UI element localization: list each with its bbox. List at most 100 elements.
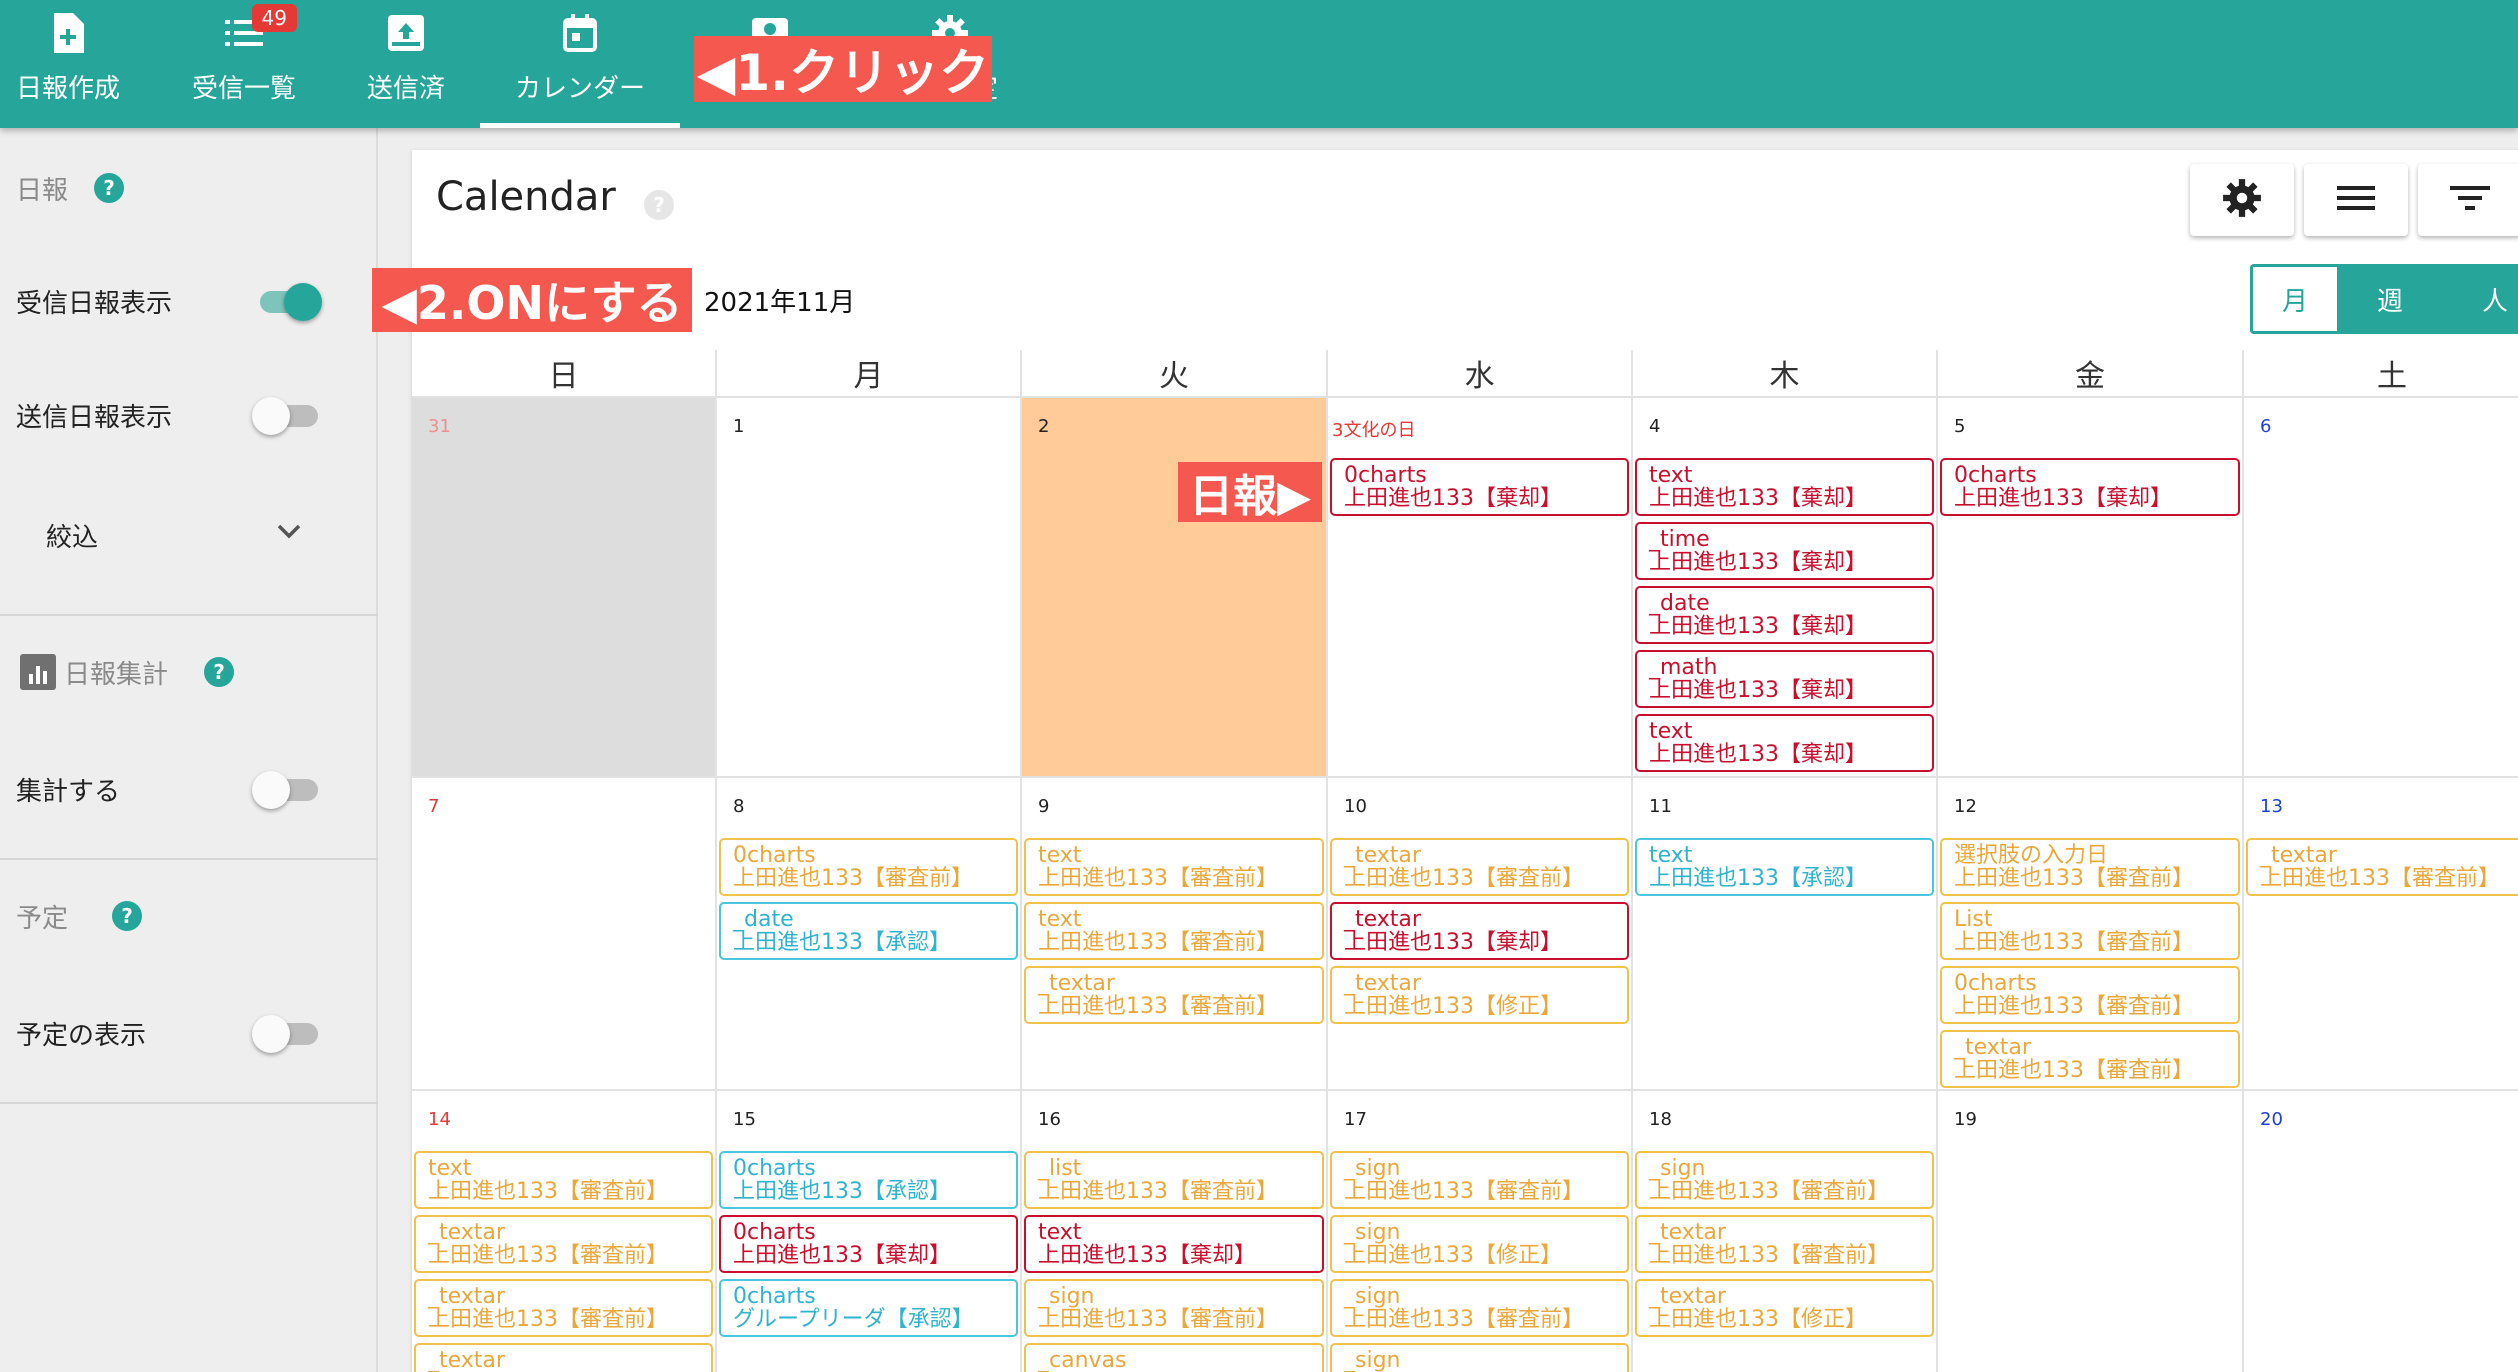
report-event-chip[interactable]: text 上田進也133【棄却】 [1024, 1215, 1324, 1273]
report-event-chip[interactable]: text 上田進也133【審査前】 [414, 1151, 713, 1209]
report-event-chip[interactable]: 0charts 上田進也133【棄却】 [719, 1215, 1018, 1273]
report-event-chip[interactable]: _textar 上田進也133【修正】 [1635, 1279, 1934, 1337]
event-title: _date [733, 907, 794, 932]
nav-sent[interactable]: 送信済 [350, 0, 462, 128]
list-icon: 49 [225, 4, 297, 54]
annotation-report-callout: 日報▶ [1178, 462, 1322, 522]
view-person-button[interactable]: 人 [2440, 264, 2518, 334]
report-event-chip[interactable]: 0charts グループリーダ【承認】 [719, 1279, 1018, 1337]
inbox-count-badge: 49 [251, 4, 297, 32]
calendar-day-cell[interactable]: 2 [1022, 398, 1328, 778]
event-title: _textar [1344, 843, 1421, 868]
calendar-day-cell[interactable]: 18 _sign 上田進也133【審査前】 _textar 上田進也133【審査前】 _t… [1633, 1091, 1938, 1372]
report-event-chip[interactable]: _textar 上田進也133【審査前】 [2246, 838, 2518, 896]
report-event-chip[interactable]: 0charts 上田進也133【棄却】 [1940, 458, 2240, 516]
calendar-day-cell[interactable]: 14 text 上田進也133【審査前】 _textar 上田進也133【審査前】 _te… [412, 1091, 717, 1372]
calendar-day-cell[interactable]: 8 0charts 上田進也133【審査前】 _date 上田進也133【承認】 [717, 778, 1022, 1091]
summary-toggle[interactable] [252, 771, 322, 809]
report-event-chip[interactable]: _date 上田進也133【承認】 [719, 902, 1018, 960]
view-week-button[interactable]: 週 [2340, 264, 2440, 334]
calendar-day-cell[interactable]: 5 0charts 上田進也133【棄却】 [1938, 398, 2244, 778]
report-event-chip[interactable]: _list 上田進也133【審査前】 [1024, 1151, 1324, 1209]
calendar-day-cell[interactable]: 12 選択肢の入力日 上田進也133【審査前】 List 上田進也133【審査前】 0ch… [1938, 778, 2244, 1091]
report-event-chip[interactable]: 0charts 上田進也133【審査前】 [719, 838, 1018, 896]
filter-dropdown[interactable]: 絞込 [0, 510, 378, 560]
top-nav-bar: 日報作成 49 受信一覧 送信済 カレンダー 定 ◀1.クリック [0, 0, 2518, 128]
view-month-button[interactable]: 月 [2250, 264, 2340, 334]
report-event-chip[interactable]: text 上田進也133【承認】 [1635, 838, 1934, 896]
weekday-header: 火 [1022, 350, 1328, 398]
event-title: text [1038, 1220, 1082, 1245]
nav-calendar[interactable]: カレンダー [480, 0, 680, 128]
report-event-chip[interactable]: text 上田進也133【審査前】 [1024, 838, 1324, 896]
calendar-day-cell[interactable]: 11 text 上田進也133【承認】 [1633, 778, 1938, 1091]
calendar-day-cell[interactable]: 31 [412, 398, 717, 778]
report-event-chip[interactable]: _sign 上田進也133【審査前】 [1330, 1279, 1629, 1337]
event-title: _time [1649, 527, 1710, 552]
summary-section-header: 日報集計 ? [0, 650, 378, 694]
received-report-row: 受信日報表示 [0, 276, 378, 326]
help-icon[interactable]: ? [112, 901, 143, 931]
calendar-day-cell[interactable]: 15 0charts 上田進也133【承認】 0charts 上田進也133【棄却】 0c… [717, 1091, 1022, 1372]
nav-create-report[interactable]: 日報作成 [0, 0, 136, 128]
report-event-chip[interactable]: text 上田進也133【棄却】 [1635, 458, 1934, 516]
menu-icon [2337, 184, 2375, 216]
report-event-chip[interactable]: _textar 上田進也133【審査前】 [1940, 1030, 2240, 1088]
event-title: text [1649, 719, 1693, 744]
calendar-day-cell[interactable]: 1 [717, 398, 1022, 778]
sent-report-toggle[interactable] [252, 397, 322, 435]
help-icon[interactable]: ? [204, 657, 235, 687]
report-event-chip[interactable]: _textar 上田進也133【修正】 [1330, 966, 1629, 1024]
event-author-status: 上田進也133【棄却】 [1649, 486, 1867, 511]
report-event-chip[interactable]: 選択肢の入力日 上田進也133【審査前】 [1940, 838, 2240, 896]
calendar-day-cell[interactable]: 6 [2244, 398, 2518, 778]
filter-button[interactable] [2418, 164, 2518, 236]
report-event-chip[interactable]: _textar [414, 1343, 713, 1372]
report-event-chip[interactable]: _textar 上田進也133【審査前】 [414, 1279, 713, 1337]
menu-button[interactable] [2304, 164, 2408, 236]
report-event-chip[interactable]: _sign [1330, 1343, 1629, 1372]
event-title: text [1038, 907, 1082, 932]
report-event-chip[interactable]: text 上田進也133【棄却】 [1635, 714, 1934, 772]
calendar-day-cell[interactable]: 13 _textar 上田進也133【審査前】 [2244, 778, 2518, 1091]
report-event-chip[interactable]: _textar 上田進也133【審査前】 [1024, 966, 1324, 1024]
calendar-card: Calendar ? 2021年11月 月 週 人 日月火水木金土 31 1 2 3文化… [412, 150, 2518, 1372]
calendar-day-cell[interactable]: 4 text 上田進也133【棄却】 _time 上田進也133【棄却】 _date 上田進… [1633, 398, 1938, 778]
calendar-day-cell[interactable]: 10 _textar 上田進也133【審査前】 _textar 上田進也133【棄却】 _… [1328, 778, 1633, 1091]
report-event-chip[interactable]: _textar 上田進也133【審査前】 [1635, 1215, 1934, 1273]
report-event-chip[interactable]: _math 上田進也133【棄却】 [1635, 650, 1934, 708]
day-number: 31 [428, 416, 451, 437]
calendar-day-cell[interactable]: 9 text 上田進也133【審査前】 text 上田進也133【審査前】 _textar… [1022, 778, 1328, 1091]
report-event-chip[interactable]: text 上田進也133【審査前】 [1024, 902, 1324, 960]
schedule-toggle[interactable] [252, 1015, 322, 1053]
report-event-chip[interactable]: _date 上田進也133【棄却】 [1635, 586, 1934, 644]
report-event-chip[interactable]: _sign 上田進也133【修正】 [1330, 1215, 1629, 1273]
help-icon[interactable]: ? [94, 173, 125, 203]
report-event-chip[interactable]: 0charts 上田進也133【棄却】 [1330, 458, 1629, 516]
report-event-chip[interactable]: _sign 上田進也133【審査前】 [1635, 1151, 1934, 1209]
event-author-status: 上田進也133【審査前】 [1954, 866, 2194, 891]
report-event-chip[interactable]: _time 上田進也133【棄却】 [1635, 522, 1934, 580]
report-event-chip[interactable]: _canvas [1024, 1343, 1324, 1372]
calendar-day-cell[interactable]: 16 _list 上田進也133【審査前】 text 上田進也133【棄却】 _sign 上… [1022, 1091, 1328, 1372]
report-event-chip[interactable]: _textar 上田進也133【審査前】 [414, 1215, 713, 1273]
report-event-chip[interactable]: _textar 上田進也133【棄却】 [1330, 902, 1629, 960]
calendar-day-cell[interactable]: 3文化の日 0charts 上田進也133【棄却】 [1328, 398, 1633, 778]
report-event-chip[interactable]: _sign 上田進也133【審査前】 [1330, 1151, 1629, 1209]
nav-inbox[interactable]: 49 受信一覧 [180, 0, 308, 128]
settings-button[interactable] [2190, 164, 2294, 236]
received-report-toggle[interactable] [256, 283, 322, 321]
help-icon[interactable]: ? [644, 190, 674, 220]
report-event-chip[interactable]: List 上田進也133【審査前】 [1940, 902, 2240, 960]
event-author-status: 上田進也133【審査前】 [1649, 1243, 1889, 1268]
day-number: 10 [1344, 796, 1367, 817]
day-number: 3文化の日 [1332, 420, 1416, 441]
calendar-day-cell[interactable]: 17 _sign 上田進也133【審査前】 _sign 上田進也133【修正】 _sign… [1328, 1091, 1633, 1372]
calendar-day-cell[interactable]: 7 [412, 778, 717, 1091]
calendar-day-cell[interactable]: 19 [1938, 1091, 2244, 1372]
report-event-chip[interactable]: _sign 上田進也133【審査前】 [1024, 1279, 1324, 1337]
report-event-chip[interactable]: _textar 上田進也133【審査前】 [1330, 838, 1629, 896]
report-event-chip[interactable]: 0charts 上田進也133【承認】 [719, 1151, 1018, 1209]
report-event-chip[interactable]: 0charts 上田進也133【審査前】 [1940, 966, 2240, 1024]
calendar-day-cell[interactable]: 20 [2244, 1091, 2518, 1372]
